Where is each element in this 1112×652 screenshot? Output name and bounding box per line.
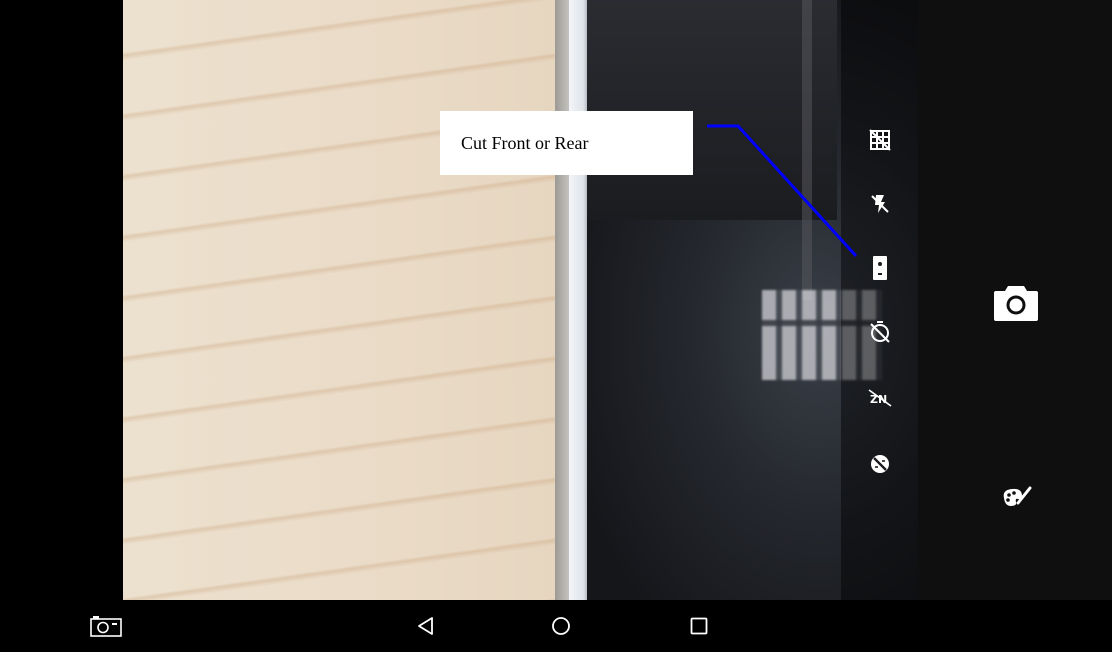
back-button[interactable] (411, 612, 441, 640)
annotation-label: Cut Front or Rear (461, 132, 589, 153)
exposure-button[interactable] (841, 446, 918, 482)
camera-mode-button[interactable] (88, 612, 124, 640)
palette-icon (1003, 486, 1032, 506)
camera-shutter-icon (994, 286, 1038, 321)
preview-edge (555, 0, 569, 600)
camera-viewfinder[interactable]: ZN (123, 0, 918, 600)
switch-camera-icon (872, 256, 887, 280)
exposure-icon (870, 455, 889, 473)
right-control-panel (918, 0, 1112, 600)
camera-settings-toolbar: ZN (841, 0, 918, 600)
recents-square-icon (690, 617, 708, 635)
back-triangle-icon (418, 617, 433, 635)
recents-button[interactable] (684, 612, 714, 640)
preview-wood-surface (123, 0, 563, 600)
flash-off-icon (870, 195, 889, 213)
hdr-off-button[interactable]: ZN (841, 380, 918, 416)
timer-off-icon (869, 321, 890, 343)
left-black-bar (0, 0, 123, 600)
svg-text:ZN: ZN (870, 393, 887, 406)
effects-button[interactable] (1000, 484, 1032, 510)
home-button[interactable] (546, 612, 576, 640)
flash-off-button[interactable] (841, 186, 918, 222)
preview-dark-panel (587, 0, 837, 220)
home-circle-icon (552, 617, 570, 635)
preview-white-strip (569, 0, 587, 600)
preview-pole (802, 0, 812, 300)
switch-camera-button[interactable] (841, 250, 918, 286)
annotation-callout: Cut Front or Rear (440, 111, 693, 175)
camera-mode-icon (90, 616, 122, 637)
grid-off-icon (868, 129, 891, 151)
shutter-button[interactable] (993, 282, 1039, 322)
timer-off-button[interactable] (841, 314, 918, 350)
hdr-off-icon: ZN (868, 389, 891, 407)
navigation-bar (0, 600, 1112, 652)
grid-off-button[interactable] (841, 122, 918, 158)
